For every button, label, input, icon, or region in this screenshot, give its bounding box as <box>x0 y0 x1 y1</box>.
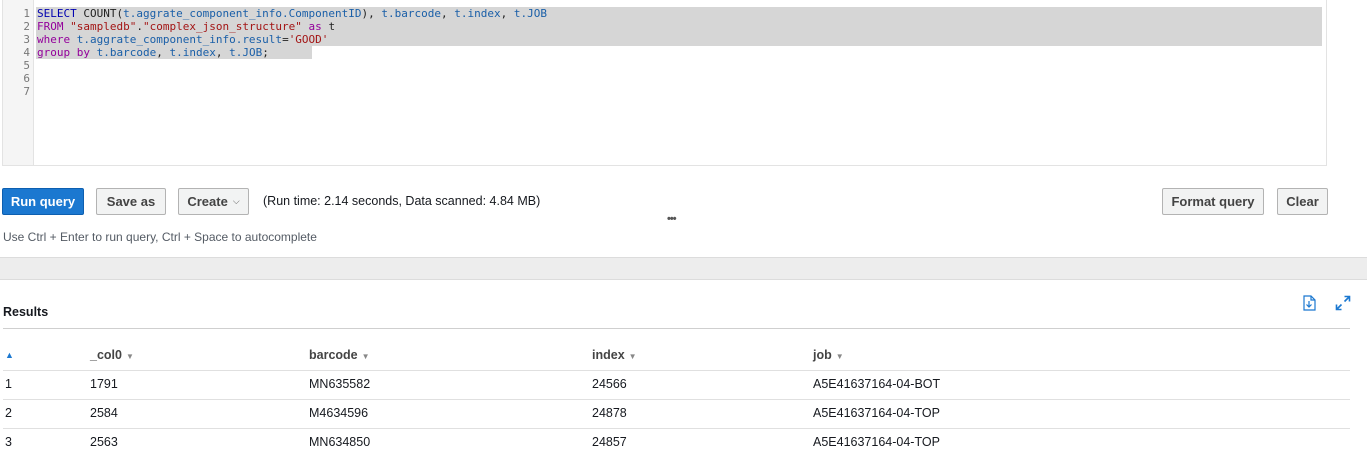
format-query-button[interactable]: Format query <box>1162 188 1264 215</box>
code-token: , <box>156 46 170 59</box>
cell-job: A5E41637164-04-BOT <box>813 377 941 391</box>
line-number: 3 <box>23 33 30 46</box>
sql-editor[interactable]: 1 SELECT COUNT(t.aggrate_component_info.C… <box>2 0 1327 166</box>
pane-divider[interactable] <box>0 257 1367 280</box>
chevron-down-icon: ▼ <box>628 352 637 361</box>
cell-job: A5E41637164-04-TOP <box>813 435 940 449</box>
code-token: t.aggrate_component_info.result <box>76 33 283 46</box>
column-header-col0[interactable]: _col0 ▼ <box>90 348 134 362</box>
row-number: 2 <box>5 406 12 420</box>
code-text: group by t.barcode, t.index, t.JOB; <box>37 46 269 59</box>
row-divider <box>3 399 1350 400</box>
download-csv-icon[interactable] <box>1302 295 1316 311</box>
chevron-down-icon: ▼ <box>835 352 844 361</box>
clear-label: Clear <box>1286 194 1319 209</box>
save-as-button[interactable]: Save as <box>96 188 166 215</box>
line-number: 2 <box>23 20 30 33</box>
results-divider <box>3 328 1350 329</box>
code-token: t.index <box>169 46 216 59</box>
resize-handle-icon[interactable]: ••• <box>667 213 677 225</box>
cell-col0: 1791 <box>90 377 118 391</box>
cell-barcode: M4634596 <box>309 406 369 420</box>
row-number: 3 <box>5 435 12 449</box>
keyboard-hint: Use Ctrl + Enter to run query, Ctrl + Sp… <box>3 230 317 244</box>
cell-job: A5E41637164-04-TOP <box>813 406 940 420</box>
clear-button[interactable]: Clear <box>1277 188 1328 215</box>
code-token: ), <box>361 7 382 20</box>
run-query-label: Run query <box>10 194 76 209</box>
results-title: Results <box>3 305 49 319</box>
sort-ascending-icon[interactable]: ▲ <box>5 350 14 360</box>
code-token: FROM <box>37 20 71 33</box>
line-number: 5 <box>23 59 30 72</box>
code-line: 5 <box>3 59 1326 72</box>
code-text: SELECT COUNT(t.aggrate_component_info.Co… <box>37 7 547 20</box>
code-token: . <box>136 20 143 33</box>
code-token: where <box>37 33 77 46</box>
code-token: t.aggrate_component_info.ComponentID <box>123 7 362 20</box>
cell-col0: 2584 <box>90 406 118 420</box>
cell-index: 24878 <box>592 406 627 420</box>
expand-icon[interactable] <box>1335 295 1351 311</box>
chevron-down-icon: ⌵ <box>232 196 240 206</box>
code-token: , <box>215 46 230 59</box>
chevron-down-icon: ▼ <box>361 352 370 361</box>
code-token: 'GOOD' <box>288 33 329 46</box>
code-token: , <box>500 7 514 20</box>
code-token: t.index <box>454 7 501 20</box>
code-token: as <box>301 20 329 33</box>
code-token: , <box>441 7 455 20</box>
cell-barcode: MN634850 <box>309 435 371 449</box>
run-info-text: (Run time: 2.14 seconds, Data scanned: 4… <box>263 194 541 208</box>
code-token: t <box>328 20 336 33</box>
row-divider <box>3 370 1350 371</box>
code-token: group by <box>37 46 97 59</box>
cell-col0: 2563 <box>90 435 118 449</box>
code-line: 3 where t.aggrate_component_info.result='… <box>3 33 1326 46</box>
code-line: 6 <box>3 72 1326 85</box>
code-token: t.barcode <box>381 7 442 20</box>
chevron-down-icon: ▼ <box>125 352 134 361</box>
create-dropdown-button[interactable]: Create ⌵ <box>178 188 249 215</box>
save-as-label: Save as <box>106 194 156 209</box>
cell-barcode: MN635582 <box>309 377 371 391</box>
code-token: t.JOB <box>513 7 547 20</box>
column-header-job[interactable]: job ▼ <box>813 348 844 362</box>
format-query-label: Format query <box>1171 194 1255 209</box>
code-line: 7 <box>3 85 1326 98</box>
line-number: 4 <box>23 46 30 59</box>
code-text: where t.aggrate_component_info.result='G… <box>37 33 328 46</box>
code-token: COUNT <box>83 7 117 20</box>
line-number: 6 <box>23 72 30 85</box>
code-line: 2 FROM "sampledb"."complex_json_structure… <box>3 20 1326 33</box>
cell-index: 24566 <box>592 377 627 391</box>
code-token: t.JOB <box>229 46 263 59</box>
column-header-barcode[interactable]: barcode ▼ <box>309 348 370 362</box>
run-query-button[interactable]: Run query <box>2 188 84 215</box>
column-header-index[interactable]: index ▼ <box>592 348 637 362</box>
code-line: 4 group by t.barcode, t.index, t.JOB; <box>3 46 1326 59</box>
code-token: SELECT <box>37 7 84 20</box>
cell-index: 24857 <box>592 435 627 449</box>
code-text: FROM "sampledb"."complex_json_structure"… <box>37 20 335 33</box>
row-divider <box>3 428 1350 429</box>
code-token: ; <box>262 46 269 59</box>
line-number: 7 <box>23 85 30 98</box>
code-line: 1 SELECT COUNT(t.aggrate_component_info.C… <box>3 7 1326 20</box>
code-token: t.barcode <box>96 46 157 59</box>
code-token: "sampledb" <box>70 20 137 33</box>
code-token: = <box>282 33 289 46</box>
code-token: "complex_json_structure" <box>142 20 302 33</box>
line-number: 1 <box>23 7 30 20</box>
row-number: 1 <box>5 377 12 391</box>
create-label: Create <box>187 194 228 209</box>
